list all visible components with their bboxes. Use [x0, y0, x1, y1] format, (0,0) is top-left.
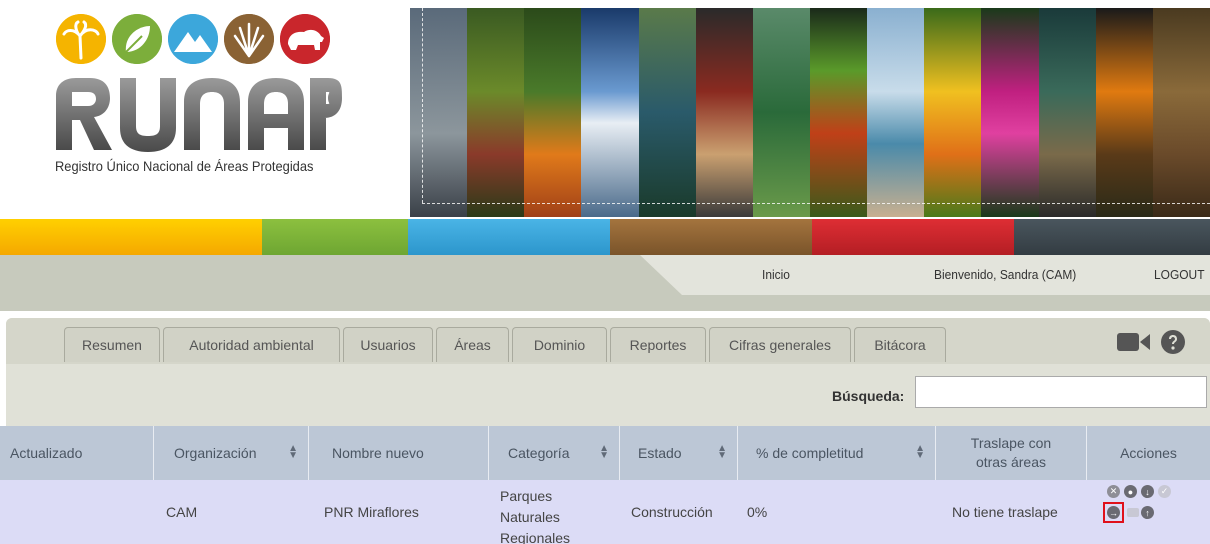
col-categoria[interactable]: Categoría ▲ ▼	[489, 426, 620, 480]
bear-icon	[280, 14, 330, 64]
mail-icon[interactable]	[1127, 508, 1139, 517]
sort-icon: ▲ ▼	[288, 443, 298, 461]
col-organizacion[interactable]: Organización ▲ ▼	[154, 426, 309, 480]
logo-circles	[56, 14, 330, 64]
nav-home-link[interactable]: Inicio	[762, 267, 790, 282]
col-label: Actualizado	[10, 445, 83, 461]
grass-icon	[224, 14, 274, 64]
tab-autoridad-ambiental[interactable]: Autoridad ambiental	[163, 327, 340, 362]
col-label: Acciones	[1120, 445, 1177, 461]
sort-icon: ▲ ▼	[915, 443, 925, 461]
mountain-icon	[168, 14, 218, 64]
col-label: Traslape con otras áreas	[970, 435, 1052, 470]
leaf-icon	[112, 14, 162, 64]
table-header: Actualizado Organización ▲ ▼ Nombre nuevo …	[0, 426, 1210, 480]
col-acciones: Acciones	[1087, 426, 1210, 480]
logo-subtitle: Registro Único Nacional de Áreas Protegi…	[55, 158, 314, 174]
download-icon[interactable]: ↓	[1141, 485, 1154, 498]
cell-actualizado	[0, 480, 154, 544]
cell-categoria: Parques Naturales Regionales	[489, 480, 620, 544]
banner-image	[410, 8, 1210, 217]
logout-link[interactable]: LOGOUT	[1154, 267, 1205, 282]
top-navigation: Inicio Bienvenido, Sandra (CAM) LOGOUT	[0, 255, 1210, 311]
upload-icon[interactable]: ↑	[1141, 506, 1154, 519]
cell-completitud: 0%	[747, 504, 768, 520]
search-label: Búsqueda:	[832, 388, 905, 404]
welcome-text: Bienvenido, Sandra (CAM)	[934, 267, 1077, 282]
col-estado[interactable]: Estado ▲ ▼	[620, 426, 738, 480]
site-header: Registro Único Nacional de Áreas Protegi…	[0, 0, 1210, 219]
tab-cifras-generales[interactable]: Cifras generales	[709, 327, 851, 362]
col-traslape[interactable]: Traslape con otras áreas	[936, 426, 1087, 480]
tab-areas[interactable]: Áreas	[436, 327, 509, 362]
comment-icon[interactable]: ●	[1124, 485, 1137, 498]
categoria-text: Parques Naturales Regionales	[500, 488, 571, 544]
col-completitud[interactable]: % de completitud ▲ ▼	[738, 426, 936, 480]
col-nombre-nuevo[interactable]: Nombre nuevo	[309, 426, 489, 480]
search-input[interactable]	[915, 376, 1207, 408]
tab-reportes[interactable]: Reportes	[610, 327, 706, 362]
sort-icon: ▲ ▼	[599, 443, 609, 461]
sort-icon: ▲ ▼	[717, 443, 727, 461]
cell-estado: Construcción	[631, 504, 713, 520]
col-label: Categoría	[508, 445, 570, 461]
video-camera-icon[interactable]	[1117, 332, 1151, 357]
cell-traslape: No tiene traslape	[952, 504, 1058, 520]
col-label: Organización	[174, 445, 257, 461]
send-icon[interactable]: →	[1107, 506, 1120, 519]
tab-bar: Resumen Autoridad ambiental Usuarios Áre…	[6, 318, 1210, 364]
logo-wordmark	[54, 76, 344, 152]
help-icon[interactable]	[1161, 330, 1185, 359]
cell-organizacion: CAM	[166, 504, 198, 520]
table-row: CAM PNR Miraflores Parques Naturales Reg…	[0, 480, 1210, 544]
col-label: % de completitud	[756, 445, 864, 461]
palm-icon	[56, 14, 106, 64]
col-label: Estado	[638, 445, 682, 461]
tab-bitacora[interactable]: Bitácora	[854, 327, 946, 362]
delete-icon[interactable]: ✕	[1107, 485, 1120, 498]
cell-acciones: ✕ ● ↓ ✓ → ↑	[1087, 480, 1210, 544]
cell-nombre-nuevo: PNR Miraflores	[324, 504, 419, 520]
tab-usuarios[interactable]: Usuarios	[343, 327, 433, 362]
col-actualizado[interactable]: Actualizado	[0, 426, 154, 480]
tab-dominio[interactable]: Dominio	[512, 327, 607, 362]
tab-resumen[interactable]: Resumen	[64, 327, 160, 362]
color-bars	[0, 219, 1210, 255]
check-icon[interactable]: ✓	[1158, 485, 1171, 498]
col-label: Nombre nuevo	[332, 445, 424, 461]
